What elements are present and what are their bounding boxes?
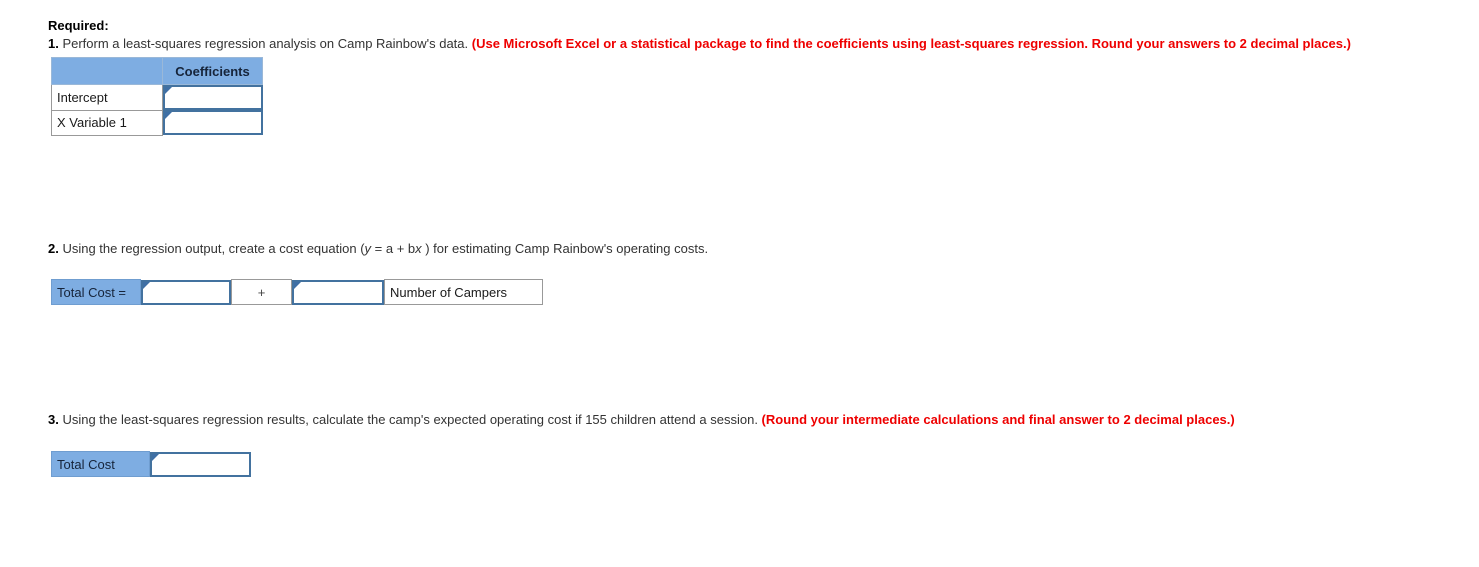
table-row: X Variable 1 — [51, 109, 263, 136]
answer-box-x-variable-1[interactable] — [163, 110, 263, 135]
question-1-red-note: (Use Microsoft Excel or a statistical pa… — [471, 36, 1351, 51]
cost-slope-input[interactable] — [294, 281, 382, 303]
answer-cell-intercept[interactable] — [163, 85, 263, 110]
answer-cell-x-variable-1[interactable] — [163, 110, 263, 135]
x-variable-1-input[interactable] — [165, 112, 261, 133]
cost-equation-label: Total Cost = — [51, 279, 141, 305]
regression-coefficients-table: Coefficients Intercept X Variable 1 — [51, 57, 263, 136]
question-2-body-part2: ) for estimating Camp Rainbow's operatin… — [421, 241, 709, 256]
worksheet-page: Required: 1. Perform a least-squares reg… — [0, 0, 1479, 567]
question-3-body: Using the least-squares regression resul… — [58, 412, 762, 427]
question-1-text: 1. Perform a least-squares regression an… — [48, 35, 1351, 52]
answer-box-cost-slope[interactable] — [292, 279, 384, 305]
row-label-x-variable-1: X Variable 1 — [51, 109, 163, 136]
row-label-intercept: Intercept — [51, 84, 163, 111]
answer-cell-total-cost[interactable] — [150, 451, 251, 477]
total-cost-table: Total Cost — [51, 451, 251, 477]
equation-middle: = a + b — [371, 241, 416, 256]
header-cell-blank — [51, 57, 163, 85]
question-3-number: 3. — [48, 412, 59, 427]
table-row: Intercept — [51, 84, 263, 111]
cost-equation-variable-label: Number of Campers — [384, 279, 543, 305]
total-cost-input[interactable] — [152, 453, 249, 475]
answer-box-total-cost[interactable] — [150, 451, 251, 477]
total-cost-label: Total Cost — [51, 451, 150, 477]
intercept-input[interactable] — [165, 87, 261, 108]
header-cell-coefficients: Coefficients — [162, 57, 263, 85]
question-2-body-part1: Using the regression output, create a co… — [58, 241, 365, 256]
table-row: Total Cost — [51, 451, 251, 477]
required-heading: Required: — [48, 18, 109, 33]
question-2-text: 2. Using the regression output, create a… — [48, 240, 708, 257]
question-1-number: 1. — [48, 36, 59, 51]
question-3-text: 3. Using the least-squares regression re… — [48, 411, 1235, 428]
cost-equation-table: Total Cost = + Number of Campers — [51, 279, 543, 305]
answer-cell-cost-slope[interactable] — [292, 279, 385, 305]
question-1-body: Perform a least-squares regression analy… — [58, 36, 472, 51]
question-2-number: 2. — [48, 241, 59, 256]
answer-box-cost-intercept[interactable] — [141, 279, 231, 305]
cost-intercept-input[interactable] — [143, 281, 229, 303]
question-3-red-note: (Round your intermediate calculations an… — [761, 412, 1235, 427]
table-row: Total Cost = + Number of Campers — [51, 279, 543, 305]
answer-box-intercept[interactable] — [163, 85, 263, 110]
answer-cell-cost-intercept[interactable] — [141, 279, 232, 305]
plus-operator-cell: + — [231, 279, 292, 305]
table-header-row: Coefficients — [51, 57, 263, 85]
